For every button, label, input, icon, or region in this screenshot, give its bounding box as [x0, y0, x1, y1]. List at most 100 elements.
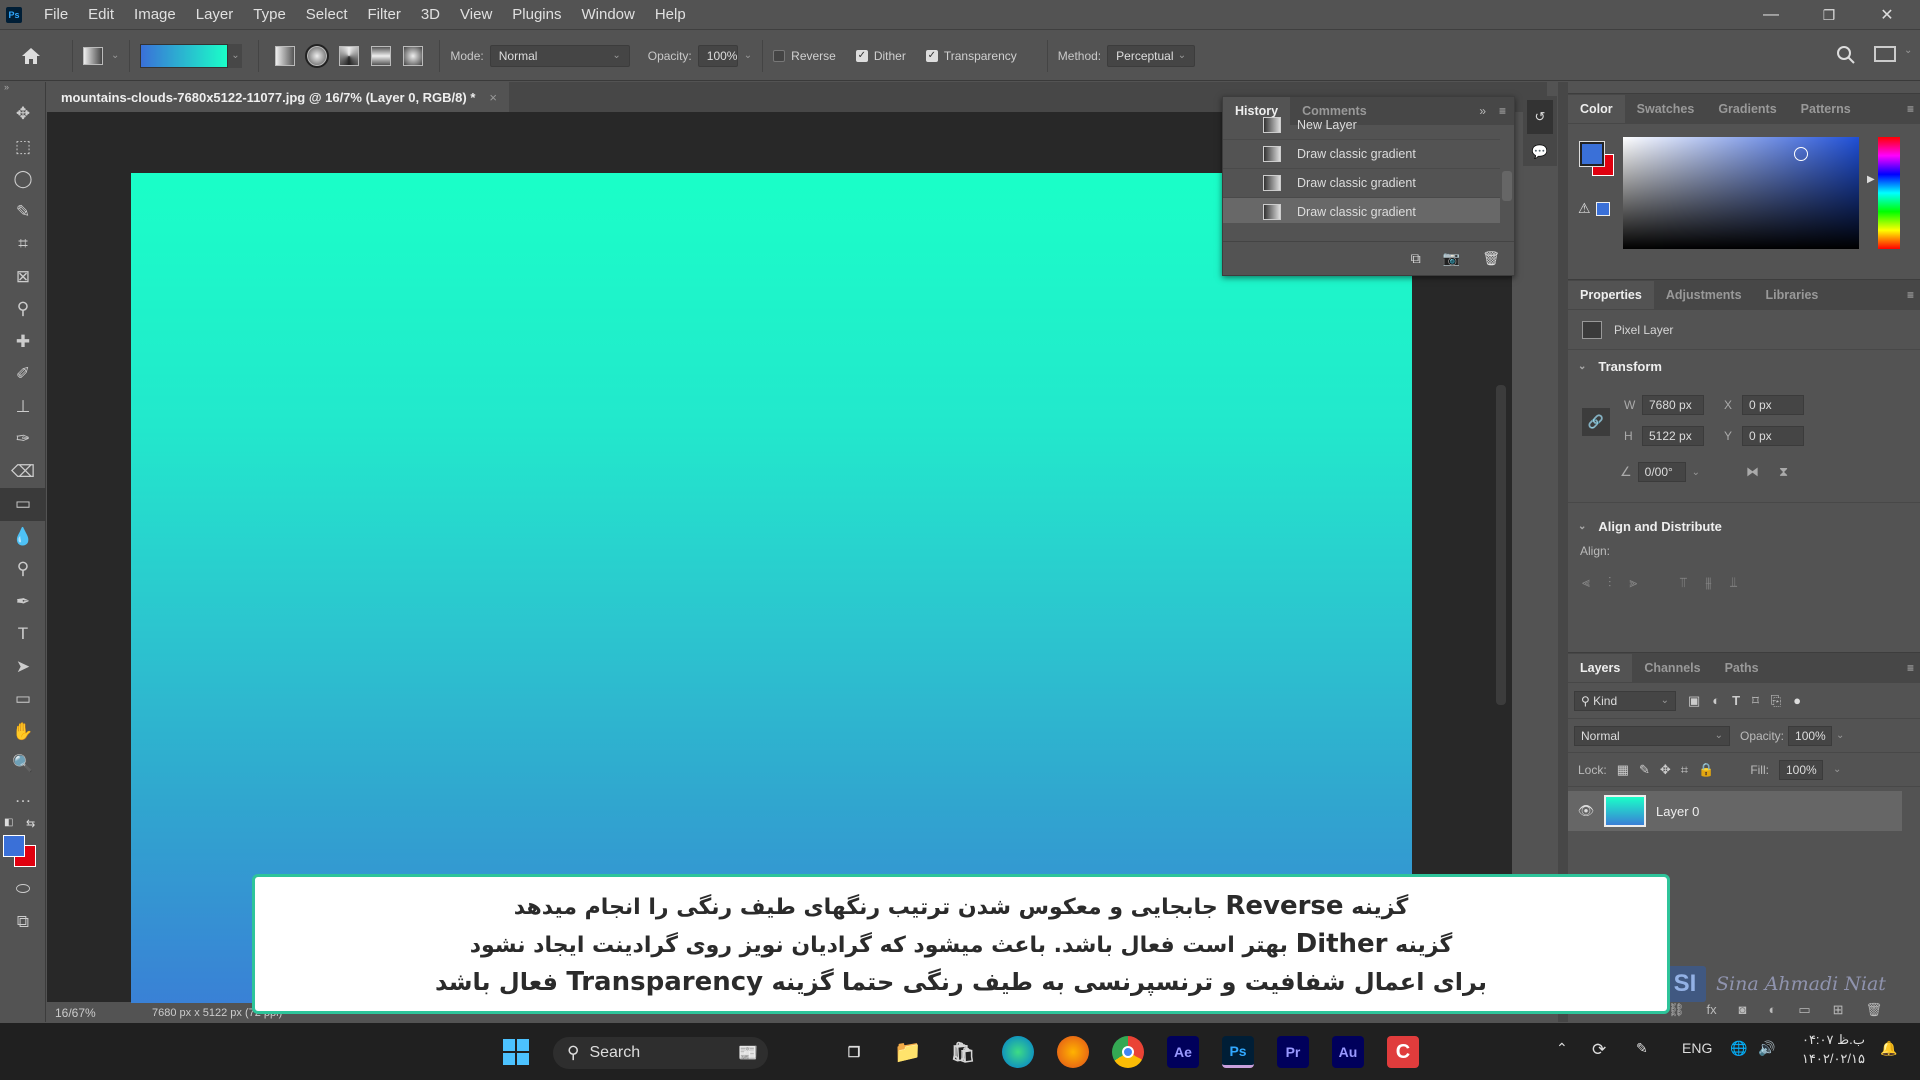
- close-document-icon[interactable]: ×: [489, 90, 497, 105]
- align-right-icon[interactable]: ⫸: [1629, 574, 1637, 591]
- flip-horizontal-icon[interactable]: ⧓: [1746, 464, 1759, 480]
- zoom-level[interactable]: 16/67%: [55, 1006, 140, 1020]
- taskbar-search[interactable]: ⚲ Search 📰: [553, 1037, 768, 1069]
- transparency-check-box[interactable]: ✓: [925, 49, 938, 62]
- align-section-header[interactable]: ⌄ Align and Distribute: [1568, 516, 1722, 536]
- filter-pixel-icon[interactable]: ▣: [1688, 693, 1700, 709]
- restore-button[interactable]: ❐: [1800, 0, 1858, 30]
- out-of-gamut-warning-icon[interactable]: ⚠: [1578, 200, 1591, 217]
- add-mask-icon[interactable]: ◙: [1739, 1002, 1747, 1018]
- link-layers-icon[interactable]: ⛓: [1668, 1002, 1685, 1018]
- align-left-icon[interactable]: ⫷: [1582, 574, 1590, 591]
- pen-menu-icon[interactable]: ✎: [1636, 1040, 1648, 1057]
- firefox-button[interactable]: [1057, 1036, 1089, 1068]
- foreground-color-swatch[interactable]: [1579, 141, 1605, 167]
- panel-menu-icon[interactable]: ≡: [1907, 102, 1914, 116]
- layer-opacity-dropdown[interactable]: ⌄: [1836, 730, 1844, 741]
- tool-pen[interactable]: ✒: [0, 586, 46, 619]
- menu-filter[interactable]: Filter: [358, 0, 411, 30]
- start-button[interactable]: [500, 1036, 532, 1068]
- language-indicator[interactable]: ENG: [1682, 1040, 1712, 1056]
- dither-checkbox[interactable]: ✓ Dither: [855, 49, 906, 63]
- panel-menu-icon[interactable]: ≡: [1499, 97, 1506, 125]
- delete-state-icon[interactable]: 🗑: [1482, 250, 1500, 267]
- reverse-checkbox[interactable]: Reverse: [773, 49, 836, 63]
- tab-adjustments[interactable]: Adjustments: [1654, 281, 1754, 309]
- chrome-button[interactable]: [1112, 1036, 1144, 1068]
- blend-mode-dropdown[interactable]: Normal ⌄: [1574, 725, 1730, 746]
- lock-artboard-icon[interactable]: ⌗: [1681, 762, 1688, 778]
- new-layer-icon[interactable]: ⊞: [1833, 1002, 1844, 1018]
- premiere-button[interactable]: Pr: [1277, 1036, 1309, 1068]
- tool-lasso[interactable]: ◯: [0, 163, 46, 196]
- file-explorer-button[interactable]: 📁: [892, 1036, 924, 1068]
- clock[interactable]: ۰۴:۰۷ ب.ظ ۱۴۰۲/۰۲/۱۵: [1795, 1030, 1865, 1068]
- layer-style-icon[interactable]: fx: [1707, 1002, 1717, 1018]
- tool-rectangle[interactable]: ▭: [0, 683, 46, 716]
- history-state[interactable]: Draw classic gradient: [1223, 140, 1500, 169]
- task-view-button[interactable]: ❐: [838, 1036, 870, 1068]
- tab-libraries[interactable]: Libraries: [1754, 281, 1831, 309]
- camtasia-button[interactable]: C: [1387, 1036, 1419, 1068]
- gradient-picker-dropdown[interactable]: ⌄: [228, 43, 243, 68]
- tool-gradient[interactable]: ▭: [0, 488, 46, 521]
- workspace-dropdown[interactable]: ⌄: [1904, 45, 1912, 56]
- transform-section-header[interactable]: ⌄ Transform: [1568, 350, 1920, 382]
- lock-all-icon[interactable]: 🔒: [1698, 762, 1714, 778]
- tool-zoom[interactable]: 🔍: [0, 748, 46, 781]
- tool-stamp[interactable]: ⊥: [0, 391, 46, 424]
- vertical-scrollbar[interactable]: [1496, 385, 1506, 705]
- lock-image-pixels-icon[interactable]: ✎: [1639, 762, 1650, 778]
- delete-layer-icon[interactable]: 🗑: [1866, 1002, 1883, 1018]
- after-effects-button[interactable]: Ae: [1167, 1036, 1199, 1068]
- filter-adjustment-icon[interactable]: ◐: [1712, 693, 1720, 708]
- link-dimensions-button[interactable]: 🔗: [1582, 408, 1610, 436]
- menu-image[interactable]: Image: [124, 0, 186, 30]
- volume-icon[interactable]: 🔊: [1758, 1040, 1775, 1057]
- tool-frame[interactable]: ⊠: [0, 261, 46, 294]
- menu-file[interactable]: File: [34, 0, 78, 30]
- transparency-checkbox[interactable]: ✓ Transparency: [925, 49, 1017, 63]
- close-window-button[interactable]: ✕: [1858, 0, 1916, 30]
- gradient-preview-swatch[interactable]: [140, 43, 229, 68]
- method-dropdown[interactable]: Perceptual ⌄: [1107, 44, 1196, 67]
- lock-position-icon[interactable]: ✥: [1660, 762, 1671, 778]
- menu-view[interactable]: View: [450, 0, 502, 30]
- search-button[interactable]: [1836, 45, 1856, 68]
- angle-gradient-button[interactable]: [339, 45, 360, 66]
- color-picker-cursor[interactable]: [1794, 147, 1808, 161]
- align-horizontal-center-icon[interactable]: ⫶: [1608, 574, 1612, 591]
- flip-vertical-icon[interactable]: ⧗: [1779, 464, 1788, 480]
- tab-patterns[interactable]: Patterns: [1789, 95, 1863, 123]
- tab-swatches[interactable]: Swatches: [1625, 95, 1707, 123]
- tool-eraser[interactable]: ⌫: [0, 456, 46, 489]
- home-button[interactable]: [0, 46, 62, 66]
- photoshop-taskbar-button[interactable]: Ps: [1222, 1036, 1254, 1068]
- history-state[interactable]: Draw classic gradient: [1223, 198, 1500, 223]
- tab-layers[interactable]: Layers: [1568, 654, 1633, 682]
- menu-layer[interactable]: Layer: [186, 0, 244, 30]
- fill-dropdown[interactable]: ⌄: [1833, 764, 1841, 775]
- minimize-button[interactable]: —: [1742, 0, 1800, 30]
- foreground-color-swatch[interactable]: [3, 835, 25, 857]
- y-input[interactable]: 0 px: [1742, 426, 1804, 446]
- hue-slider[interactable]: [1878, 137, 1900, 249]
- history-scrollbar[interactable]: [1502, 131, 1512, 241]
- layer-filter-kind-dropdown[interactable]: ⚲ Kind ⌄: [1574, 690, 1676, 711]
- radial-gradient-button[interactable]: [305, 43, 330, 68]
- edge-button[interactable]: [1002, 1036, 1034, 1068]
- gamut-color-swatch[interactable]: [1596, 202, 1610, 216]
- tool-healing[interactable]: ✚: [0, 326, 46, 359]
- reflected-gradient-button[interactable]: [371, 45, 392, 66]
- tool-brush[interactable]: ✐: [0, 358, 46, 391]
- screen-mode-button[interactable]: ⧉: [0, 906, 46, 939]
- new-group-icon[interactable]: ▭: [1798, 1002, 1810, 1018]
- sync-status-icon[interactable]: ⟳: [1592, 1040, 1606, 1060]
- tool-dodge[interactable]: ⚲: [0, 553, 46, 586]
- tab-color[interactable]: Color: [1568, 95, 1625, 123]
- layer-row[interactable]: 👁 Layer 0: [1568, 791, 1902, 831]
- tool-eyedropper[interactable]: ⚲: [0, 293, 46, 326]
- quick-mask-button[interactable]: ⬭: [0, 873, 46, 906]
- default-colors-icon[interactable]: ◧: [4, 817, 13, 828]
- menu-plugins[interactable]: Plugins: [502, 0, 571, 30]
